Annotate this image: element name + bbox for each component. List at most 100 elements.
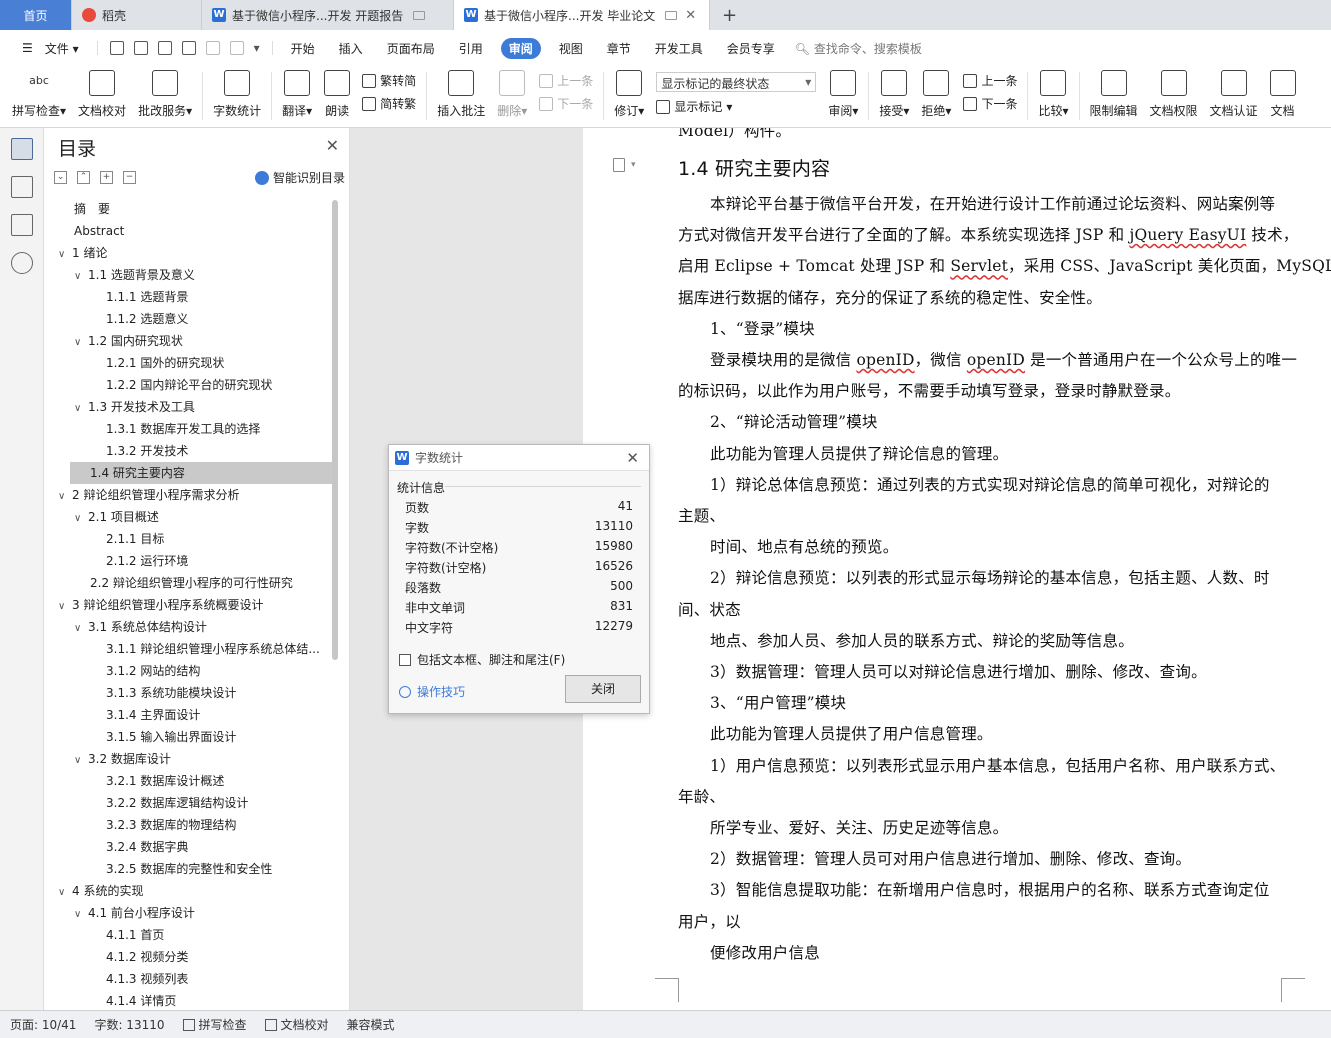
toc-pane-icon[interactable] <box>10 138 33 160</box>
toc-item[interactable]: ∨ 3 辩论组织管理小程序系统概要设计 <box>44 594 334 616</box>
toc-item[interactable]: 1.3.2 开发技术 <box>44 440 334 462</box>
toc-item[interactable]: ∨ 3.1 系统总体结构设计 <box>44 616 334 638</box>
chevron-down-icon[interactable]: ∨ <box>58 596 72 616</box>
chevron-down-icon[interactable]: ∨ <box>74 266 88 286</box>
word-count-indicator[interactable]: 字数: 13110 <box>94 1016 164 1033</box>
close-tab-icon[interactable]: ✕ <box>685 8 696 23</box>
compare-button[interactable]: 比较▾ <box>1032 66 1074 126</box>
translate-button[interactable]: 翻译▾ <box>276 66 318 126</box>
toc-item[interactable]: ∨ 1.2 国内研究现状 <box>44 330 334 352</box>
next-comment-button[interactable]: 下一条 <box>539 95 593 112</box>
toc-item[interactable]: 3.1.3 系统功能模块设计 <box>44 682 334 704</box>
menu-insert[interactable]: 插入 <box>327 40 375 57</box>
menu-view[interactable]: 视图 <box>547 40 595 57</box>
menu-start[interactable]: 开始 <box>279 40 327 57</box>
toc-item[interactable]: 3.1.1 辩论组织管理小程序系统总体结... <box>44 638 334 660</box>
print-preview-icon[interactable] <box>181 41 196 55</box>
toc-item[interactable]: 2.1.1 目标 <box>44 528 334 550</box>
toc-item[interactable]: ∨ 1 绪论 <box>44 242 334 264</box>
chevron-down-icon[interactable]: ∨ <box>74 508 88 528</box>
menu-member[interactable]: 会员专享 <box>715 40 787 57</box>
bookmark-icon[interactable] <box>10 214 33 236</box>
toc-item[interactable]: 3.2.3 数据库的物理结构 <box>44 814 334 836</box>
doc-permission-button[interactable]: 文档权限 <box>1144 66 1204 126</box>
close-button[interactable]: 关闭 <box>565 675 641 703</box>
file-menu[interactable]: 文件 ▾ <box>45 40 91 57</box>
s2t-button[interactable]: 简转繁 <box>362 95 416 112</box>
toc-item[interactable]: 4.1.4 详情页 <box>44 990 334 1010</box>
toc-item[interactable]: 1.2.1 国外的研究现状 <box>44 352 334 374</box>
chevron-down-icon[interactable]: ∨ <box>74 750 88 770</box>
accept-button[interactable]: 接受▾ <box>873 66 915 126</box>
toc-item[interactable]: 3.2.2 数据库逻辑结构设计 <box>44 792 334 814</box>
chevron-down-icon[interactable]: ∨ <box>74 398 88 418</box>
command-search[interactable]: 🔍︎ 查找命令、搜索模板 <box>795 40 922 57</box>
menu-section[interactable]: 章节 <box>595 40 643 57</box>
toc-item[interactable]: Abstract <box>44 220 334 242</box>
menu-layout[interactable]: 页面布局 <box>375 40 447 57</box>
toc-item[interactable]: 3.2.5 数据库的完整性和安全性 <box>44 858 334 880</box>
toc-item[interactable]: 4.1.1 首页 <box>44 924 334 946</box>
toc-item[interactable]: 2.1.2 运行环境 <box>44 550 334 572</box>
toc-item[interactable]: ∨ 3.2 数据库设计 <box>44 748 334 770</box>
chapter-pane-icon[interactable] <box>10 176 33 198</box>
print-icon[interactable] <box>157 41 172 55</box>
doc-proof-button[interactable]: 文档校对 <box>72 66 132 126</box>
toc-item[interactable]: ∨ 2 辩论组织管理小程序需求分析 <box>44 484 334 506</box>
hamburger-menu-icon[interactable]: ☰ <box>10 41 45 55</box>
close-icon[interactable]: ✕ <box>626 449 639 467</box>
tab-proposal-doc[interactable]: W 基于微信小程序...开发 开题报告 <box>202 0 454 30</box>
toc-item[interactable]: 1.2.2 国内辩论平台的研究现状 <box>44 374 334 396</box>
toc-item[interactable]: 1.1.1 选题背景 <box>44 286 334 308</box>
close-icon[interactable]: ✕ <box>326 136 339 155</box>
chevron-down-icon[interactable]: ∨ <box>74 618 88 638</box>
spell-check-toggle[interactable]: 拼写检查 <box>182 1016 247 1033</box>
chevron-down-icon[interactable]: ∨ <box>58 244 72 264</box>
prev-comment-button[interactable]: 上一条 <box>539 72 593 89</box>
show-markup-button[interactable]: 显示标记 ▾ <box>656 98 816 115</box>
toc-item[interactable]: 1.1.2 选题意义 <box>44 308 334 330</box>
menu-review[interactable]: 审阅 <box>500 37 541 59</box>
checkbox-box[interactable] <box>399 653 411 666</box>
toc-item[interactable]: 3.1.4 主界面设计 <box>44 704 334 726</box>
tips-link[interactable]: 操作技巧 <box>399 683 465 700</box>
toc-item[interactable]: 3.2.1 数据库设计概述 <box>44 770 334 792</box>
menu-devtools[interactable]: 开发工具 <box>643 40 715 57</box>
toc-item[interactable]: ∨ 4.1 前台小程序设计 <box>44 902 334 924</box>
new-tab-icon[interactable]: + <box>710 0 749 30</box>
toc-item[interactable]: 1.4 研究主要内容 <box>70 462 334 484</box>
delete-comment-button[interactable]: 删除▾ <box>491 66 533 126</box>
chevron-down-icon[interactable]: ∨ <box>58 882 72 902</box>
toc-scrollbar[interactable] <box>332 200 338 660</box>
prev-change-button[interactable]: 上一条 <box>963 72 1017 89</box>
redo-icon[interactable] <box>229 41 244 55</box>
tab-home[interactable]: 首页 <box>0 0 72 30</box>
review-pane-button[interactable]: 审阅▾ <box>822 66 864 126</box>
markup-state-select[interactable]: 显示标记的最终状态 <box>656 72 817 92</box>
toc-item[interactable]: ∨ 1.3 开发技术及工具 <box>44 396 334 418</box>
toc-item[interactable]: ∨ 2.1 项目概述 <box>44 506 334 528</box>
word-count-button[interactable]: 字数统计 <box>207 66 267 126</box>
reject-button[interactable]: 拒绝▾ <box>915 66 957 126</box>
toc-item[interactable]: 3.2.4 数据字典 <box>44 836 334 858</box>
chevron-down-icon[interactable]: ∨ <box>74 332 88 352</box>
search-icon[interactable] <box>10 252 33 274</box>
document-page[interactable]: ▾ Model）构件。 1.4 研究主要内容 本辩论平台基于微信平台开发，在开始… <box>583 128 1331 1010</box>
read-aloud-button[interactable]: 朗读 <box>318 66 356 126</box>
toc-item[interactable]: 4.1.2 视频分类 <box>44 946 334 968</box>
toc-item[interactable]: 3.1.5 输入输出界面设计 <box>44 726 334 748</box>
smart-toc-button[interactable]: 智能识别目录 <box>254 169 345 186</box>
proof-toggle[interactable]: 文档校对 <box>264 1016 329 1033</box>
track-changes-button[interactable]: 修订▾ <box>608 66 650 126</box>
tab-thesis-doc[interactable]: W 基于微信小程序...开发 毕业论文 ✕ <box>454 0 710 30</box>
toc-item[interactable]: 3.1.2 网站的结构 <box>44 660 334 682</box>
menu-reference[interactable]: 引用 <box>447 40 495 57</box>
toc-item[interactable]: ∨ 1.1 选题背景及意义 <box>44 264 334 286</box>
t2s-button[interactable]: 繁转简 <box>362 72 416 89</box>
doc-more-button[interactable]: 文档 <box>1264 66 1302 126</box>
expand-all-icon[interactable]: + <box>100 170 113 184</box>
customize-chevron-icon[interactable]: ▾ <box>254 41 260 55</box>
expand-chevron-icon[interactable]: ⌃ <box>77 170 90 184</box>
toc-item[interactable]: 4.1.3 视频列表 <box>44 968 334 990</box>
collapse-all-icon[interactable]: − <box>123 170 136 184</box>
